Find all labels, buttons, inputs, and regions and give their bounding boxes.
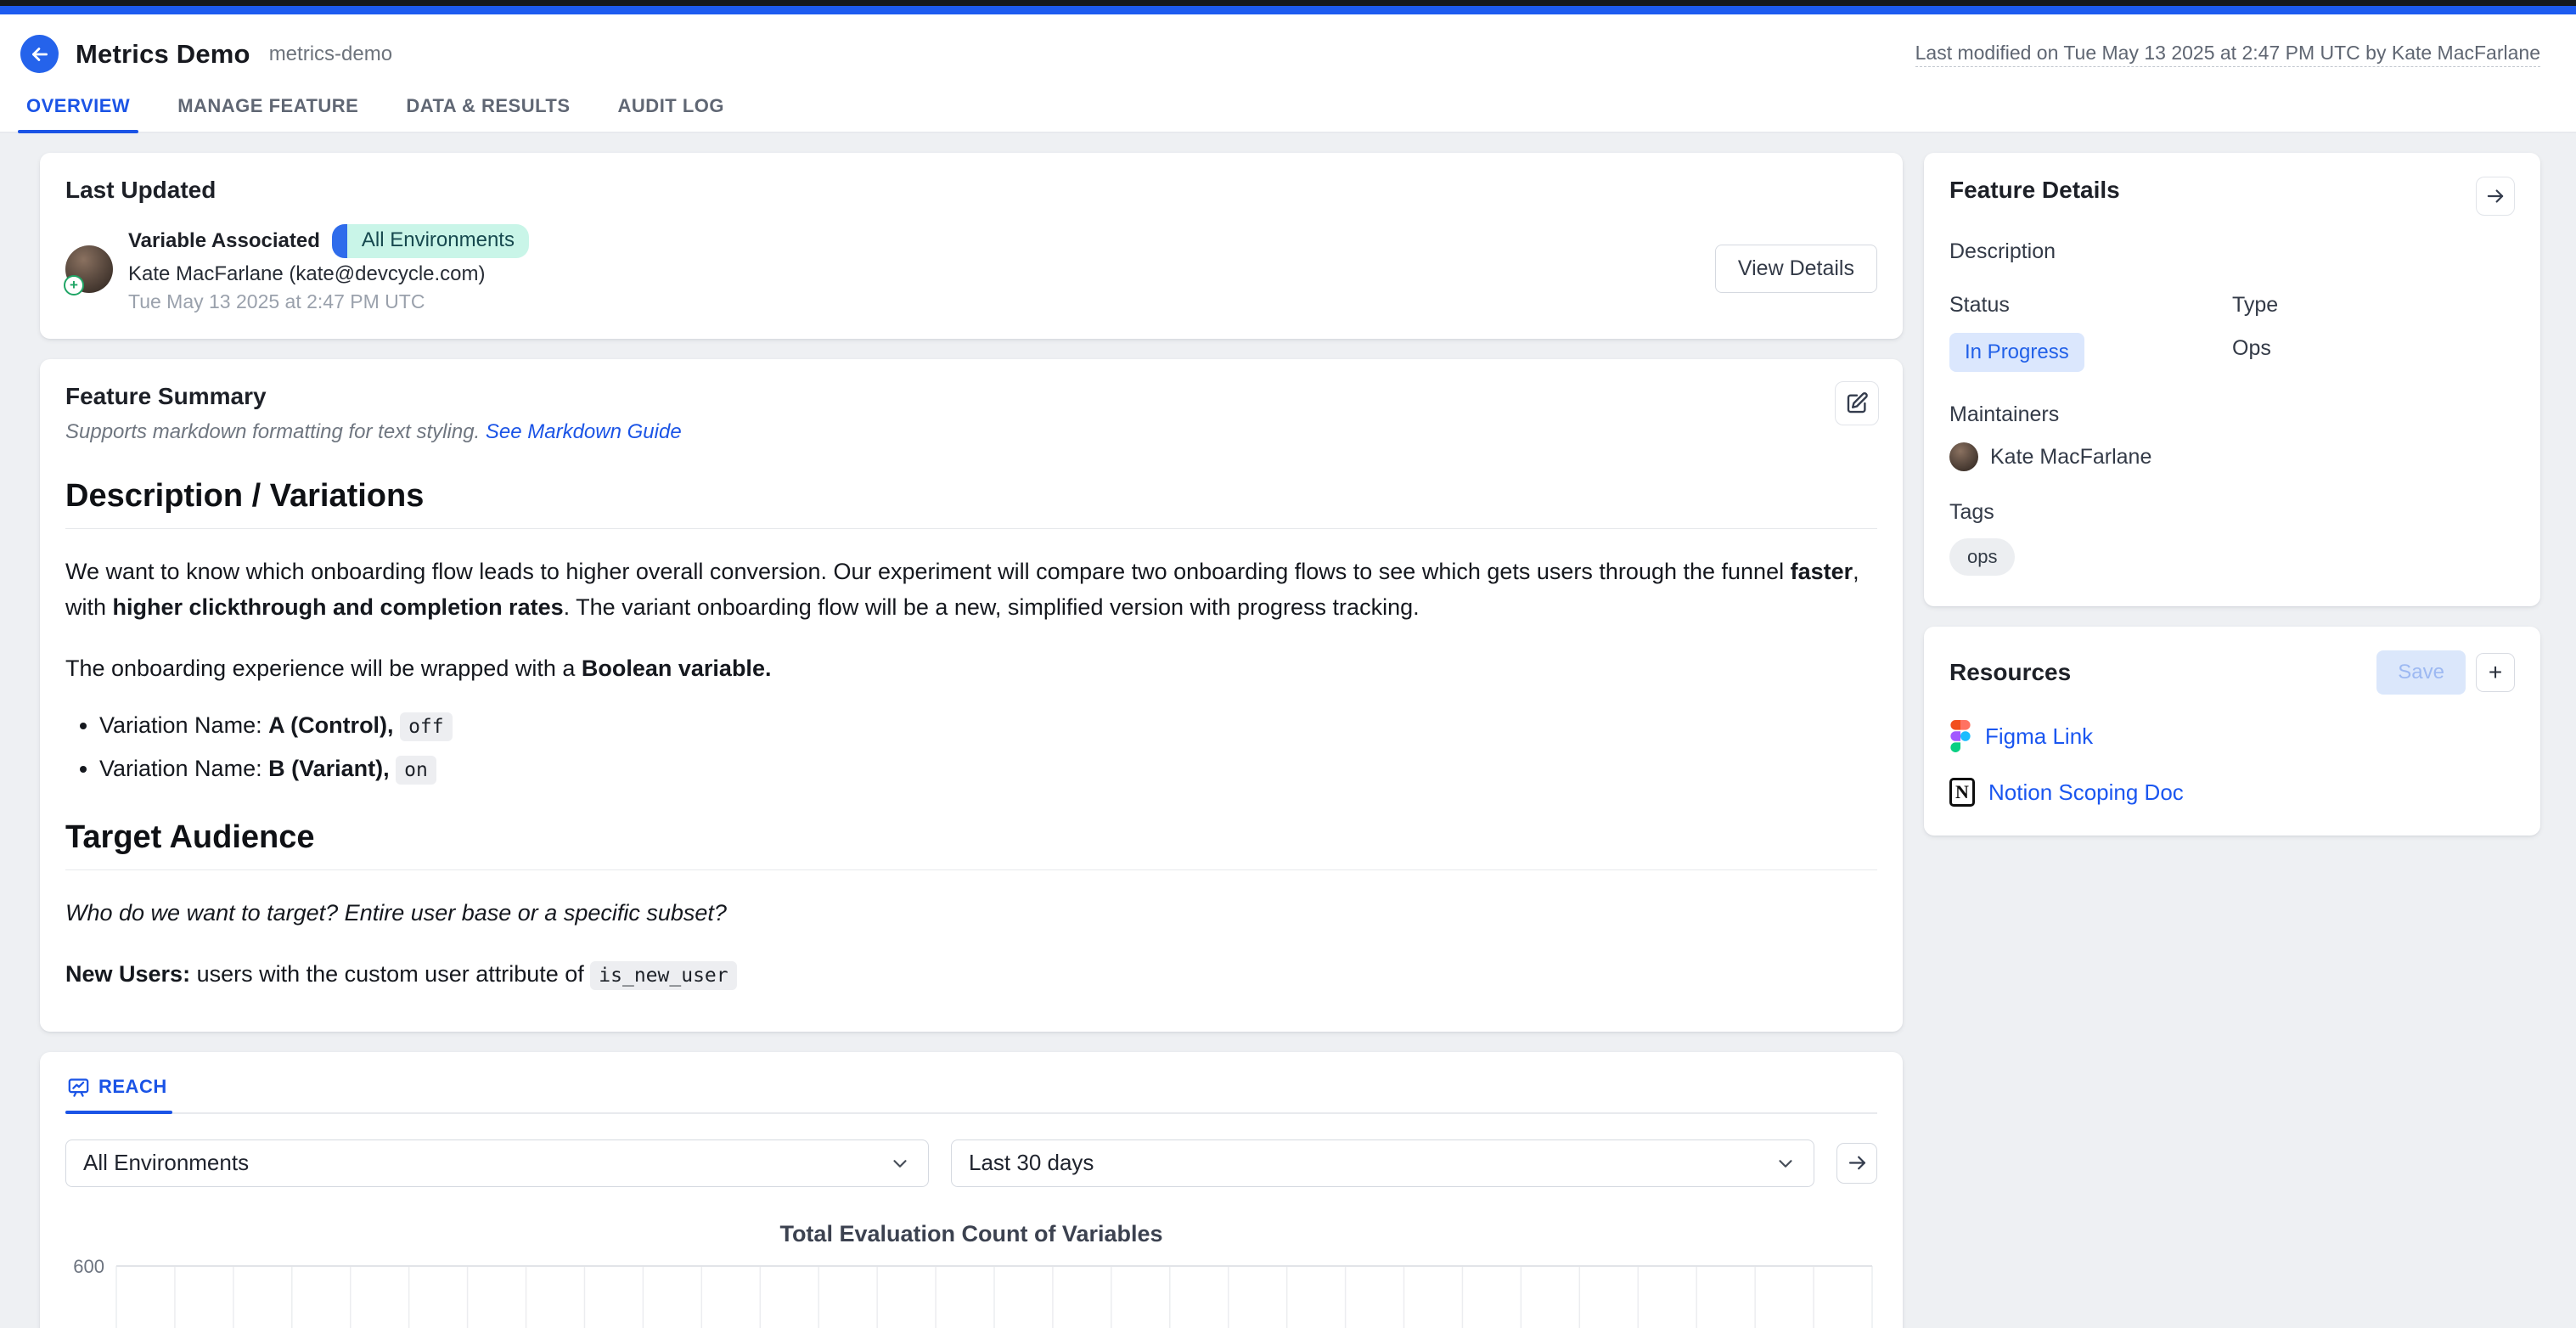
feature-key: metrics-demo (269, 42, 392, 66)
svg-text:600: 600 (73, 1259, 104, 1277)
status-badge: In Progress (1949, 333, 2084, 372)
add-resource-button[interactable]: + (2476, 653, 2515, 692)
target-audience-heading: Target Audience (65, 819, 1877, 870)
feature-summary-title: Feature Summary (65, 383, 1877, 410)
arrow-right-icon (1846, 1151, 1869, 1174)
feature-summary-card: Feature Summary Supports markdown format… (40, 359, 1903, 1032)
page-content: Last Updated + Variable Associated All E… (0, 133, 2576, 1328)
last-updated-title: Last Updated (65, 177, 1877, 204)
edit-summary-button[interactable] (1835, 381, 1879, 425)
markdown-guide-link[interactable]: See Markdown Guide (486, 420, 682, 443)
apply-filters-button[interactable] (1836, 1143, 1877, 1184)
avatar: + (65, 245, 113, 293)
last-modified-text: Last modified on Tue May 13 2025 at 2:47… (1915, 42, 2540, 67)
tab-overview[interactable]: OVERVIEW (25, 95, 132, 132)
last-updated-card: Last Updated + Variable Associated All E… (40, 153, 1903, 339)
evaluation-chart: 600500400 (65, 1259, 1877, 1328)
page-header: Metrics Demo metrics-demo Last modified … (0, 14, 2576, 133)
plus-badge-icon: + (64, 275, 84, 295)
back-button[interactable] (20, 35, 59, 73)
resource-link-figma[interactable]: Figma Link (1949, 720, 2515, 752)
avatar (1949, 442, 1978, 471)
chevron-down-icon (1775, 1152, 1797, 1174)
tags-label: Tags (1949, 500, 2515, 525)
maintainer-row: Kate MacFarlane (1949, 442, 2515, 471)
maintainers-label: Maintainers (1949, 402, 2515, 427)
view-details-button[interactable]: View Details (1715, 245, 1877, 293)
feature-details-title: Feature Details (1949, 177, 2120, 204)
edit-pencil-icon (1844, 391, 1870, 416)
description-label: Description (1949, 239, 2515, 264)
type-value: Ops (2232, 336, 2515, 361)
status-label: Status (1949, 293, 2232, 318)
notion-icon: N (1949, 778, 1975, 807)
resources-card: Resources Save + Figma Link (1924, 627, 2540, 836)
variation-item-variant: Variation Name: B (Variant), on (99, 752, 1877, 785)
description-paragraph-1: We want to know which onboarding flow le… (65, 554, 1877, 626)
tab-reach[interactable]: REACH (65, 1076, 172, 1112)
figma-icon (1949, 720, 1971, 752)
variation-item-control: Variation Name: A (Control), off (99, 709, 1877, 742)
feature-details-card: Feature Details Description Status In Pr… (1924, 153, 2540, 606)
environment-select[interactable]: All Environments (65, 1139, 929, 1187)
reach-chart-icon (67, 1076, 90, 1099)
tab-manage-feature[interactable]: MANAGE FEATURE (176, 95, 360, 132)
type-label: Type (2232, 293, 2515, 318)
chevron-down-icon (889, 1152, 911, 1174)
top-accent-bar (0, 6, 2576, 14)
description-paragraph-2: The onboarding experience will be wrappe… (65, 651, 1877, 687)
chart-title: Total Evaluation Count of Variables (65, 1221, 1877, 1247)
top-dark-bar (0, 0, 2576, 6)
tag-pill: ops (1949, 538, 2015, 576)
variation-list: Variation Name: A (Control), off Variati… (65, 709, 1877, 785)
tab-audit-log[interactable]: AUDIT LOG (616, 95, 727, 132)
description-variations-heading: Description / Variations (65, 478, 1877, 529)
event-label: Variable Associated (128, 229, 320, 253)
audience-question: Who do we want to target? Entire user ba… (65, 896, 1877, 931)
audience-line: New Users: users with the custom user at… (65, 957, 1877, 993)
maintainer-name: Kate MacFarlane (1990, 445, 2151, 470)
environment-badge: All Environments (332, 224, 529, 258)
open-details-button[interactable] (2476, 177, 2515, 216)
resources-title: Resources (1949, 659, 2071, 686)
reach-chart-svg: 600500400 (65, 1259, 1877, 1328)
resource-link-notion[interactable]: N Notion Scoping Doc (1949, 778, 2515, 807)
markdown-hint: Supports markdown formatting for text st… (65, 420, 1877, 444)
arrow-left-icon (29, 43, 51, 65)
timestamp-text: Tue May 13 2025 at 2:47 PM UTC (128, 290, 529, 313)
reach-tab-bar: REACH (65, 1076, 1877, 1114)
page-title: Metrics Demo (76, 39, 250, 70)
tab-bar: OVERVIEW MANAGE FEATURE DATA & RESULTS A… (0, 95, 2576, 133)
user-email-text: Kate MacFarlane (kate@devcycle.com) (128, 262, 529, 286)
arrow-right-icon (2484, 185, 2506, 207)
date-range-select[interactable]: Last 30 days (951, 1139, 1814, 1187)
save-button[interactable]: Save (2376, 650, 2466, 695)
tab-data-results[interactable]: DATA & RESULTS (404, 95, 571, 132)
reach-card: REACH All Environments Last 30 days (40, 1052, 1903, 1328)
